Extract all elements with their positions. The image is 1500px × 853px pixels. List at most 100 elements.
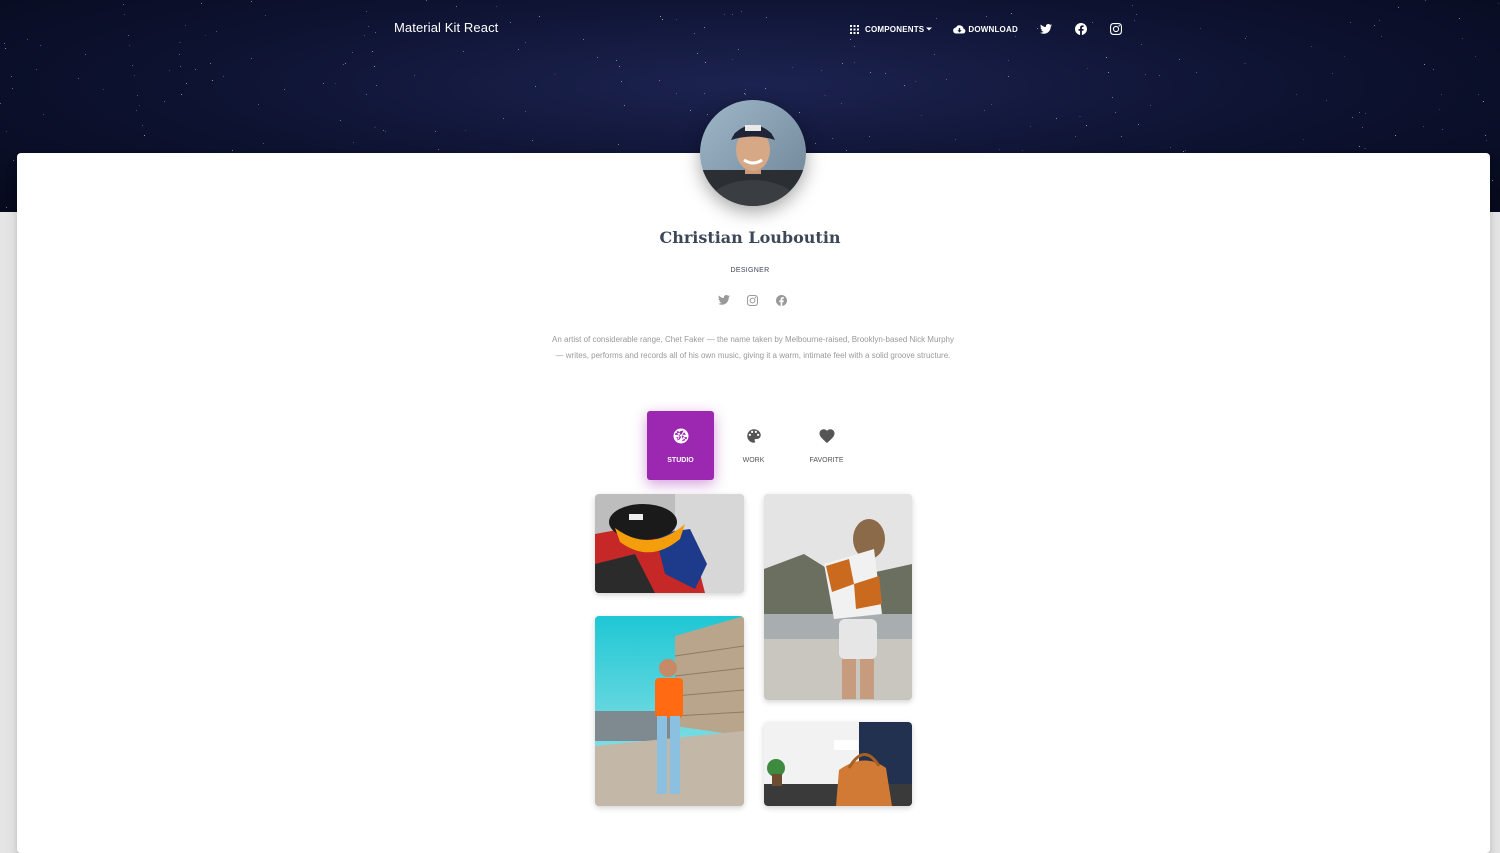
star-dot [791,66,793,68]
nav-facebook-link[interactable] [1074,22,1088,36]
star-dot [1022,149,1024,151]
star-dot [1007,75,1009,77]
star-dot [885,73,887,75]
profile-avatar [700,100,806,206]
star-dot [583,38,585,40]
star-dot [840,103,842,105]
star-dot [532,139,534,141]
star-dot [1170,146,1172,148]
star-dot [365,93,367,95]
star-dot [265,14,267,16]
star-dot [77,78,79,80]
photo-image [764,494,912,700]
star-dot [764,87,766,89]
star-dot [525,41,527,43]
star-dot [5,131,7,133]
star-dot [517,49,519,51]
instagram-icon [747,295,758,306]
gallery-photo-cap-man[interactable] [595,494,744,593]
star-dot [135,110,137,112]
top-nav: COMPONENTS DOWNLOAD [850,18,1123,40]
gallery-photo-woman-orange[interactable] [595,616,744,806]
profile-twitter-link[interactable] [718,295,730,307]
photo-image [595,616,744,806]
star-dot [456,6,458,8]
heart-icon [819,429,834,444]
star-dot [438,149,440,151]
star-dot [690,109,692,111]
star-dot [1010,12,1012,14]
star-dot [194,68,196,70]
star-dot [998,149,1000,151]
star-dot [618,66,620,68]
star-dot [345,62,347,64]
star-dot [134,74,136,76]
star-dot [597,57,599,59]
star-dot [385,131,387,133]
star-dot [1112,96,1114,98]
nav-instagram-link[interactable] [1109,22,1123,36]
gallery-photo-woman-beach[interactable] [764,494,912,700]
star-dot [36,68,38,70]
star-dot [215,31,217,33]
tab-favorite[interactable]: FAVORITE [793,411,860,480]
star-dot [178,53,180,55]
star-dot [1458,17,1460,19]
photo-image [764,722,912,806]
star-dot [869,72,871,74]
star-dot [1397,7,1399,9]
star-dot [1332,73,1334,75]
star-dot [854,61,856,63]
star-dot [322,83,324,85]
star-dot [210,62,212,64]
star-dot [185,82,187,84]
star-dot [1135,14,1137,16]
star-dot [1344,56,1346,58]
facebook-icon [776,295,787,306]
star-dot [868,136,870,138]
star-dot [1482,101,1484,103]
star-dot [703,26,705,28]
profile-facebook-link[interactable] [776,295,788,307]
star-dot [676,93,678,95]
star-dot [1478,94,1480,96]
star-dot [122,4,124,6]
star-dot [991,104,993,106]
star-dot [1326,99,1328,101]
star-dot [425,0,427,1]
star-dot [1159,74,1161,76]
star-dot [675,19,677,21]
star-dot [5,207,7,209]
star-dot [820,70,822,72]
star-dot [1364,112,1366,114]
brand-link[interactable]: Material Kit React [394,20,498,35]
star-dot [1150,104,1152,106]
profile-name: Christian Louboutin [659,228,841,247]
tab-studio[interactable]: STUDIO [647,411,714,480]
star-dot [124,14,126,16]
star-dot [181,94,183,96]
star-dot [11,88,13,90]
profile-instagram-link[interactable] [747,295,759,307]
nav-twitter-link[interactable] [1039,22,1053,36]
star-dot [129,44,131,46]
gallery-photo-handbag[interactable] [764,722,912,806]
star-dot [1075,135,1077,137]
profile-tabs: STUDIO WORK FAVORITE [647,411,866,480]
download-button[interactable]: DOWNLOAD [953,25,1018,34]
star-dot [1395,135,1397,137]
star-dot [705,61,707,63]
star-dot [621,81,623,83]
star-dot [340,119,342,121]
star-dot [1085,124,1087,126]
star-dot [1359,111,1361,113]
instagram-icon [1109,23,1122,35]
star-dot [524,110,526,112]
star-dot [27,38,29,40]
tab-work[interactable]: WORK [720,411,787,480]
components-menu[interactable]: COMPONENTS [850,24,933,34]
star-dot [1461,37,1463,39]
star-dot [744,88,746,90]
star-dot [1137,123,1139,125]
star-dot [660,15,662,17]
